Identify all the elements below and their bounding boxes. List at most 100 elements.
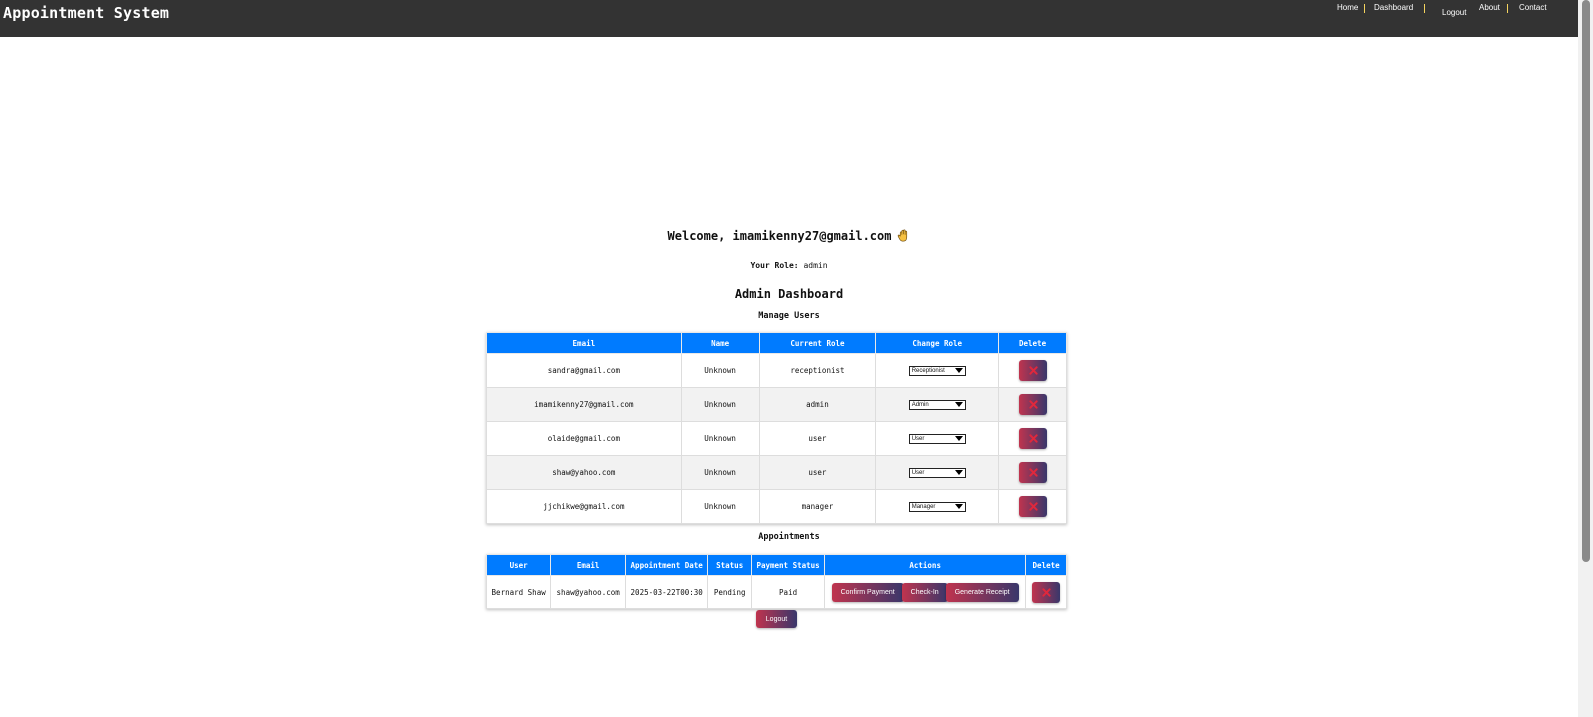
col-user-header: User	[485, 554, 552, 576]
manage-users-heading: Manage Users	[758, 311, 820, 321]
col-actions-header: Actions	[824, 554, 1027, 576]
nav-contact-link[interactable]: Contact	[1519, 3, 1547, 12]
nav-about-link[interactable]: About	[1479, 3, 1500, 12]
col-delete-header: Delete	[1025, 554, 1067, 576]
role-select[interactable]: Manager	[908, 501, 966, 512]
appointments-heading: Appointments	[758, 532, 820, 542]
user-name: Unknown	[680, 421, 760, 456]
nav-separator	[1364, 4, 1365, 13]
user-name: Unknown	[680, 353, 760, 388]
users-table: Email Name Current Role Change Role Dele…	[486, 332, 1067, 524]
user-current-role: receptionist	[758, 353, 877, 388]
dashboard-title: Admin Dashboard	[734, 287, 844, 301]
close-x-icon	[1028, 434, 1038, 443]
chevron-down-icon	[954, 367, 963, 373]
appointment-date: 2025-03-22T00:30	[625, 575, 709, 609]
role-select-value: Manager	[911, 503, 936, 510]
user-name: Unknown	[680, 455, 760, 490]
waving-hand-icon	[897, 229, 910, 242]
delete-appointment-button[interactable]	[1032, 581, 1061, 603]
delete-cell	[998, 489, 1067, 524]
table-row: olaide@gmail.com Unknown user User	[486, 421, 1067, 456]
role-select[interactable]: Admin	[908, 399, 966, 410]
table-row: sandra@gmail.com Unknown receptionist Re…	[486, 353, 1067, 388]
col-payment-status-header: Payment Status	[751, 554, 826, 576]
scrollbar-thumb[interactable]	[1582, 0, 1590, 562]
delete-cell	[998, 387, 1067, 422]
role-value: admin	[803, 261, 828, 270]
vertical-scrollbar[interactable]	[1578, 0, 1593, 717]
user-email: jjchikwe@gmail.com	[486, 489, 682, 524]
welcome-text: Welcome, imamikenny27@gmail.com	[667, 229, 892, 243]
close-x-icon	[1028, 502, 1038, 511]
payment-status: Paid	[751, 575, 826, 609]
table-header-row: User Email Appointment Date Status Payme…	[485, 554, 1067, 576]
table-header-row: Email Name Current Role Change Role Dele…	[486, 332, 1067, 354]
appointment-status: Pending	[707, 575, 753, 609]
col-status-header: Status	[707, 554, 753, 576]
delete-user-button[interactable]	[1018, 462, 1047, 483]
change-role-cell: User	[875, 421, 1000, 456]
close-x-icon	[1028, 400, 1038, 409]
col-name-header: Name	[680, 332, 760, 354]
role-select-value: Receptionist	[911, 367, 945, 374]
role-select-value: User	[911, 435, 925, 442]
user-current-role: user	[758, 455, 877, 490]
delete-user-button[interactable]	[1018, 394, 1047, 415]
delete-user-button[interactable]	[1018, 428, 1047, 449]
role-line: Your Role: admin	[0, 261, 1578, 270]
generate-receipt-button[interactable]: Generate Receipt	[945, 582, 1019, 602]
nav-dashboard-link[interactable]: Dashboard	[1374, 3, 1413, 12]
table-row: Bernard Shaw shaw@yahoo.com 2025-03-22T0…	[485, 575, 1067, 609]
role-select-value: User	[911, 469, 925, 476]
user-current-role: manager	[758, 489, 877, 524]
appointments-table: User Email Appointment Date Status Payme…	[485, 554, 1067, 609]
change-role-cell: Manager	[875, 489, 1000, 524]
table-row: jjchikwe@gmail.com Unknown manager Manag…	[486, 489, 1067, 524]
col-email-header: Email	[486, 332, 682, 354]
user-current-role: user	[758, 421, 877, 456]
nav-logout-link[interactable]: Logout	[1442, 8, 1466, 17]
col-change-role-header: Change Role	[875, 332, 1000, 354]
welcome-heading: Welcome, imamikenny27@gmail.com	[0, 229, 1578, 243]
nav-separator	[1424, 4, 1425, 13]
chevron-down-icon	[954, 401, 963, 407]
delete-cell	[1025, 575, 1067, 609]
user-name: Unknown	[680, 489, 760, 524]
delete-cell	[998, 455, 1067, 490]
role-label: Your Role:	[750, 261, 799, 270]
delete-user-button[interactable]	[1018, 496, 1047, 517]
user-email: sandra@gmail.com	[486, 353, 682, 388]
nav-separator	[1507, 4, 1508, 13]
user-name: Unknown	[680, 387, 760, 422]
chevron-down-icon	[954, 503, 963, 509]
user-current-role: admin	[758, 387, 877, 422]
logout-button[interactable]: Logout	[756, 610, 797, 628]
change-role-cell: Receptionist	[875, 353, 1000, 388]
col-appointment-date-header: Appointment Date	[625, 554, 709, 576]
col-current-role-header: Current Role	[758, 332, 877, 354]
user-email: imamikenny27@gmail.com	[486, 387, 682, 422]
appointment-email: shaw@yahoo.com	[550, 575, 627, 609]
nav-home-link[interactable]: Home	[1337, 3, 1358, 12]
appointment-user: Bernard Shaw	[485, 575, 552, 609]
app-title: Appointment System	[3, 4, 170, 22]
delete-cell	[998, 353, 1067, 388]
actions-cell: Confirm Payment Check-In Generate Receipt	[824, 575, 1027, 609]
top-navbar: Appointment System Home Dashboard Logout…	[0, 0, 1578, 37]
delete-user-button[interactable]	[1018, 360, 1047, 381]
table-row: shaw@yahoo.com Unknown user User	[486, 455, 1067, 490]
col-delete-header: Delete	[998, 332, 1067, 354]
confirm-payment-button[interactable]: Confirm Payment	[831, 582, 904, 602]
col-email-header: Email	[550, 554, 627, 576]
change-role-cell: Admin	[875, 387, 1000, 422]
close-x-icon	[1028, 468, 1038, 477]
user-email: shaw@yahoo.com	[486, 455, 682, 490]
role-select[interactable]: Receptionist	[908, 365, 966, 376]
role-select[interactable]: User	[908, 467, 966, 478]
role-select[interactable]: User	[908, 433, 966, 444]
check-in-button[interactable]: Check-In	[901, 582, 948, 602]
chevron-down-icon	[954, 469, 963, 475]
close-x-icon	[1042, 587, 1051, 597]
change-role-cell: User	[875, 455, 1000, 490]
